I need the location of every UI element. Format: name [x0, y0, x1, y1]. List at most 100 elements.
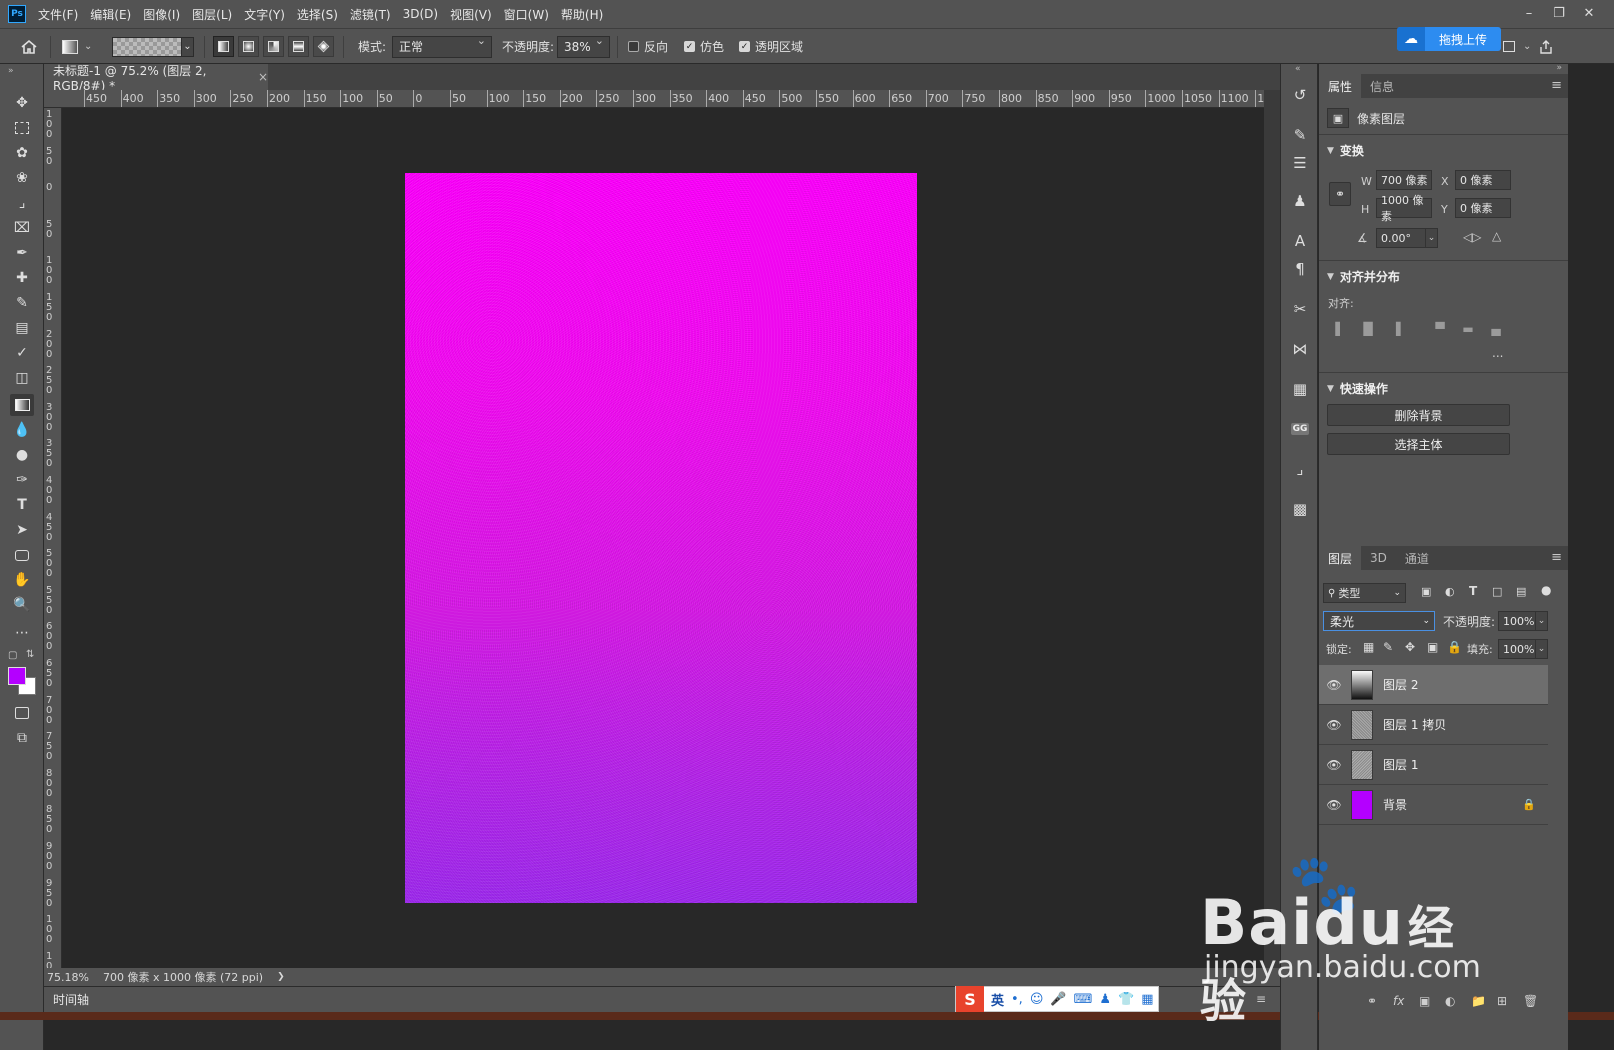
angle-dropdown-icon[interactable]: ⌄: [1426, 228, 1438, 248]
radial-gradient-icon[interactable]: [238, 36, 259, 57]
healing-brush-tool-icon[interactable]: ✚: [10, 267, 34, 289]
menu-view[interactable]: 视图(V): [450, 6, 492, 23]
blend-mode-select[interactable]: 柔光 ⌄: [1323, 611, 1435, 631]
opacity-input[interactable]: 38%: [557, 34, 610, 58]
default-colors-icon[interactable]: ▢: [8, 650, 17, 661]
minimize-button[interactable]: –: [1514, 2, 1544, 24]
crop-panel-icon[interactable]: ⌟: [1289, 458, 1311, 480]
history-brush-tool-icon[interactable]: ✓: [10, 342, 34, 364]
eye-icon[interactable]: 👁: [1319, 678, 1349, 692]
menu-layer[interactable]: 图层(L): [192, 6, 232, 23]
share-icon[interactable]: [1538, 29, 1554, 64]
timeline-tab[interactable]: 时间轴: [44, 987, 99, 1012]
menu-edit[interactable]: 编辑(E): [90, 6, 131, 23]
filter-smart-object-icon[interactable]: ▤: [1516, 585, 1526, 598]
lock-artboard-icon[interactable]: ▣: [1427, 640, 1438, 654]
workspace-icon[interactable]: ⌄: [1503, 29, 1531, 64]
zoom-tool-icon[interactable]: 🔍: [10, 594, 34, 616]
filter-adjustment-icon[interactable]: ◐: [1445, 585, 1455, 598]
height-field[interactable]: 1000 像素: [1376, 194, 1432, 223]
brush-tool-icon[interactable]: ✎: [10, 292, 34, 314]
character-panel-icon[interactable]: A: [1289, 230, 1311, 252]
layers-menu-icon[interactable]: ≡: [1551, 550, 1562, 565]
flip-horizontal-icon[interactable]: ◁▷: [1463, 230, 1481, 244]
align-right-icon[interactable]: ▐: [1389, 322, 1403, 336]
diamond-gradient-icon[interactable]: [313, 36, 334, 57]
layer-row[interactable]: 👁 背景 🔒: [1319, 785, 1548, 825]
menu-image[interactable]: 图像(I): [143, 6, 180, 23]
collapse-icons-icon[interactable]: «: [1295, 64, 1301, 74]
tab-info[interactable]: 信息: [1361, 74, 1403, 98]
dither-checkbox[interactable]: ✓: [684, 41, 695, 52]
layer-name[interactable]: 背景: [1383, 796, 1407, 813]
menu-filter[interactable]: 滤镜(T): [350, 6, 391, 23]
transparency-checkbox[interactable]: ✓: [739, 41, 750, 52]
lock-pixels-icon[interactable]: ✎: [1383, 640, 1393, 654]
paths-panel-icon[interactable]: ⋈: [1289, 338, 1311, 360]
mode-select[interactable]: 正常: [392, 34, 492, 58]
align-top-icon[interactable]: ▀: [1433, 322, 1447, 336]
tab-3d[interactable]: 3D: [1361, 546, 1396, 570]
transform-section-header[interactable]: ▼ 变换: [1327, 142, 1364, 159]
link-icon[interactable]: ⚭: [1367, 994, 1377, 1008]
quick-select-tool-icon[interactable]: ❀: [10, 167, 34, 189]
eye-icon[interactable]: 👁: [1319, 758, 1349, 772]
adjustments-icon[interactable]: ☰: [1289, 152, 1311, 174]
dither-option[interactable]: ✓ 仿色: [684, 29, 724, 64]
frame-tool-icon[interactable]: ⌧: [10, 217, 34, 239]
shape-tool-icon[interactable]: [10, 544, 34, 566]
punctuation-icon[interactable]: •,: [1011, 992, 1023, 1007]
type-tool-icon[interactable]: T: [10, 494, 34, 516]
upload-button[interactable]: ☁ 拖拽上传: [1397, 27, 1501, 51]
reverse-option[interactable]: 反向: [628, 29, 668, 64]
collapse-toolbar-icon[interactable]: »: [8, 66, 14, 76]
brush-settings-icon[interactable]: ✎: [1289, 124, 1311, 146]
keyboard-icon[interactable]: ⌨: [1074, 992, 1093, 1007]
adjustment-icon[interactable]: ◐: [1445, 994, 1455, 1008]
eyedropper-tool-icon[interactable]: ✒: [10, 242, 34, 264]
timeline-menu-icon[interactable]: ≡: [1256, 992, 1266, 1006]
document-tab[interactable]: 未标题-1 @ 75.2% (图层 2, RGB/8#) * ×: [44, 64, 268, 93]
dodge-tool-icon[interactable]: ●: [10, 444, 34, 466]
reflected-gradient-icon[interactable]: [288, 36, 309, 57]
eye-icon[interactable]: 👁: [1319, 718, 1349, 732]
transparency-option[interactable]: ✓ 透明区域: [739, 29, 803, 64]
layer-row[interactable]: 👁 图层 2: [1319, 665, 1548, 705]
menu-type[interactable]: 文字(Y): [244, 6, 285, 23]
fill-dropdown-icon[interactable]: ⌄: [1536, 639, 1548, 659]
gradient-dropdown-icon[interactable]: ⌄: [182, 36, 194, 57]
layer-row[interactable]: 👁 图层 1: [1319, 745, 1548, 785]
lock-position-icon[interactable]: ✥: [1405, 640, 1415, 654]
glyphs-panel-icon[interactable]: GG: [1289, 418, 1311, 440]
skin-icon[interactable]: 👕: [1118, 992, 1134, 1007]
flip-vertical-icon[interactable]: △: [1492, 229, 1501, 243]
gradient-picker[interactable]: ⌄: [112, 29, 194, 64]
filter-shape-icon[interactable]: □: [1492, 585, 1502, 598]
layer-filter-select[interactable]: ⚲ 类型 ⌄: [1323, 583, 1406, 603]
ime-language[interactable]: 英: [991, 990, 1004, 1009]
document-canvas[interactable]: [405, 173, 917, 903]
canvas-area[interactable]: [62, 108, 1264, 968]
menu-window[interactable]: 窗口(W): [504, 6, 549, 23]
quick-mask-icon[interactable]: [10, 702, 34, 724]
filter-toggle-icon[interactable]: ●: [1541, 583, 1551, 597]
stamp-tool-icon[interactable]: ▤: [10, 317, 34, 339]
tab-channels[interactable]: 通道: [1396, 546, 1438, 570]
align-bottom-icon[interactable]: ▄: [1489, 322, 1503, 336]
hand-tool-icon[interactable]: ✋: [10, 569, 34, 591]
folder-icon[interactable]: 📁: [1471, 994, 1486, 1008]
x-field[interactable]: 0 像素: [1455, 170, 1511, 190]
crop-tool-icon[interactable]: ⌟: [10, 192, 34, 214]
mask-icon[interactable]: ▣: [1419, 994, 1430, 1008]
y-field[interactable]: 0 像素: [1455, 198, 1511, 218]
document-tab-close-icon[interactable]: ×: [258, 70, 268, 84]
restore-button[interactable]: ❐: [1544, 2, 1574, 24]
swap-colors-icon[interactable]: ⇅: [26, 649, 34, 660]
width-field[interactable]: 700 像素: [1376, 170, 1432, 190]
lock-all-icon[interactable]: 🔒: [1447, 640, 1462, 654]
user-icon[interactable]: ♟: [1099, 992, 1111, 1007]
path-select-tool-icon[interactable]: ➤: [10, 519, 34, 541]
clone-source-icon[interactable]: ♟: [1289, 190, 1311, 212]
history-panel-icon[interactable]: ↺: [1289, 84, 1311, 106]
angle-field[interactable]: 0.00°: [1376, 228, 1426, 248]
